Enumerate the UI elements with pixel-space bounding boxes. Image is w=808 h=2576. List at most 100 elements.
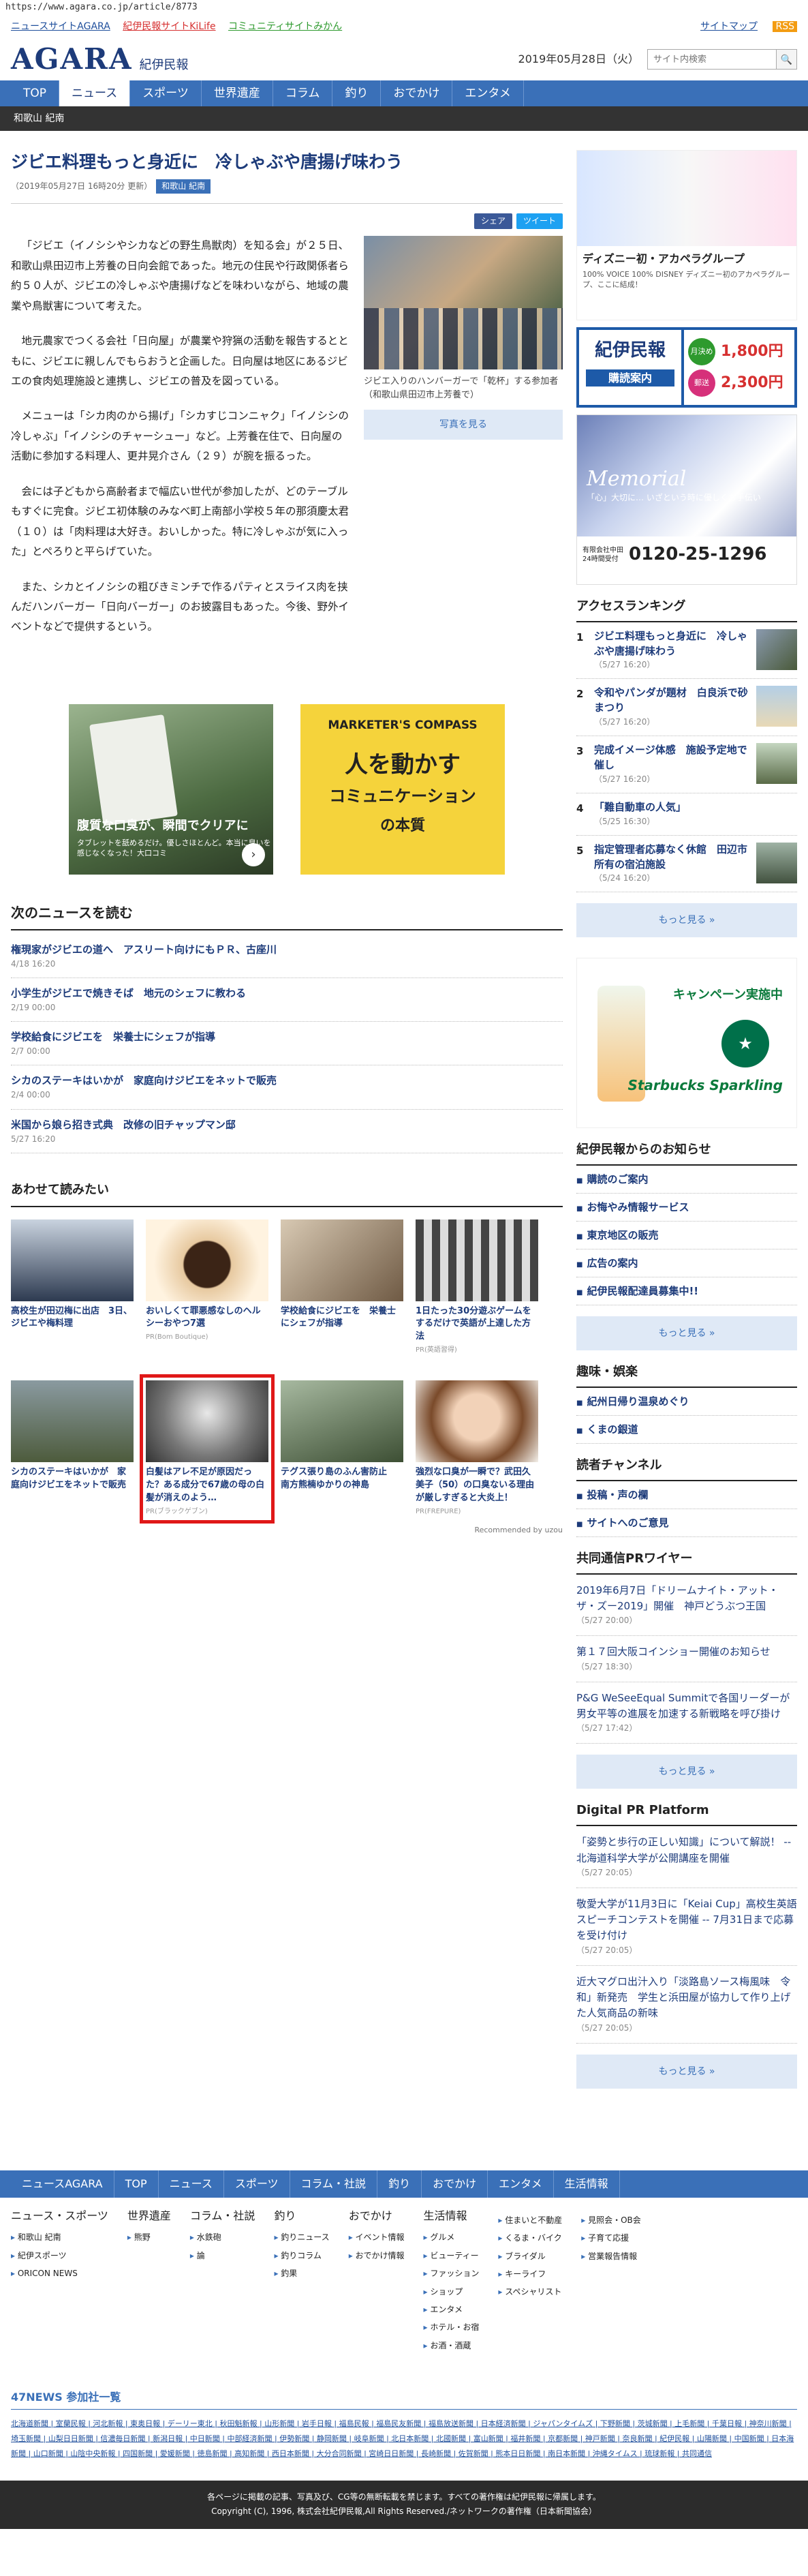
ranking-more-button[interactable]: もっと見る » [576, 903, 797, 938]
article-tag[interactable]: 和歌山 紀南 [156, 179, 211, 194]
footer-link[interactable]: ファッション [424, 2264, 479, 2282]
list-item[interactable]: 権現家がジビエの道へ アスリート向けにもＰＲ、古座川 4/18 16:20 [11, 935, 563, 978]
rank-title[interactable]: 令和やパンダが題材 白良浜で砂まつり [594, 686, 749, 716]
footer-link[interactable]: イベント情報 [349, 2228, 405, 2246]
wire-item[interactable]: 2019年6月7日「ドリームナイト・アット・ザ・ズー2019」開催 神戸どうぶつ… [576, 1575, 797, 1637]
search-input[interactable] [648, 50, 776, 69]
recommend-title[interactable]: 学校給食にジビエを 栄養士にシェフが指導 [281, 1305, 403, 1331]
news-title[interactable]: シカのステーキはいかが 家庭向けジビエをネットで販売 [11, 1072, 563, 1089]
recommend-title[interactable]: 1日たった30分遊ぶゲームをするだけで英語が上達した方法 [416, 1305, 538, 1344]
footer-link[interactable]: 住まいと不動産 [498, 2211, 562, 2229]
notice-link[interactable]: 購読のご案内 [576, 1166, 797, 1194]
news-title[interactable]: 権現家がジビエの道へ アスリート向けにもＰＲ、古座川 [11, 941, 563, 958]
footer-link[interactable]: くるま・バイク [498, 2229, 562, 2247]
list-item[interactable]: 米国から娘ら招き式典 改修の旧チャップマン邸 5/27 16:20 [11, 1110, 563, 1153]
footer-link[interactable]: 論 [190, 2247, 255, 2264]
view-photo-button[interactable]: 写真を見る [364, 410, 563, 440]
footer-column-heading[interactable]: 生活情報 [424, 2207, 480, 2225]
footer-link[interactable]: ORICON NEWS [11, 2264, 108, 2282]
recommend-card[interactable]: 1日たった30分遊ぶゲームをするだけで英語が上達した方法 PR(英語習得) [416, 1219, 538, 1357]
recommend-card[interactable]: 高校生が田辺梅に出店 3日、ジビエや梅料理 [11, 1219, 134, 1357]
article-photo[interactable] [364, 236, 563, 370]
nav-outing[interactable]: おでかけ [381, 80, 453, 106]
wire-item[interactable]: P&G WeSeeEqual Summitで各国リーダーが男女平等の進展を加速す… [576, 1682, 797, 1744]
recommend-title[interactable]: 白髪はアレ不足が原因だった？ある成分で67歳の母の白髪が消えのよう… [146, 1466, 268, 1505]
subscription-banner[interactable]: 紀伊民報 購読案内 月決め 1,800円 郵送 2,300円 [576, 327, 797, 408]
subnav-region[interactable]: 和歌山 紀南 [11, 106, 797, 131]
nav-top[interactable]: TOP [11, 80, 60, 106]
rank-title[interactable]: 「難自動車の人気」 [594, 800, 797, 815]
link-mikan[interactable]: コミュニティサイトみかん [228, 21, 342, 32]
dpr-item[interactable]: 近大マグロ出汁入り「淡路島ソース梅風味 令和」新発売 学生と浜田屋が協力して作り… [576, 1966, 797, 2044]
footer-column-heading[interactable]: ニュース・スポーツ [11, 2207, 108, 2225]
footer-link[interactable]: ビューティー [424, 2247, 480, 2264]
dpr-title[interactable]: 敬愛大学が11月3日に「Keiai Cup」高校生英語スピーチコンテストを開催 … [576, 1896, 797, 1944]
dpr-item[interactable]: 「姿勢と歩行の正しい知識」について解説！ -- 北海道科学大学が公開講座を開催（… [576, 1826, 797, 1888]
wire-title[interactable]: 第１７回大阪コインショー開催のお知らせ [576, 1644, 797, 1660]
footer-nav-item[interactable]: ニュース [159, 2170, 224, 2198]
footer-link[interactable]: スペシャリスト [498, 2283, 562, 2301]
footer-link[interactable]: 紀伊スポーツ [11, 2247, 108, 2264]
recommend-title[interactable]: おいしくて罪悪感なしのヘルシーおやつ7選 [146, 1305, 268, 1331]
footer-link[interactable]: ブライダル [498, 2247, 562, 2265]
footer-nav-item[interactable]: スポーツ [224, 2170, 290, 2198]
dpr-title[interactable]: 「姿勢と歩行の正しい知識」について解説！ -- 北海道科学大学が公開講座を開催 [576, 1834, 797, 1866]
notice-link[interactable]: 東京地区の販売 [576, 1222, 797, 1250]
footer-link[interactable]: 子育て応援 [581, 2229, 641, 2247]
notice-link[interactable]: お悔やみ情報サービス [576, 1194, 797, 1222]
rss-link[interactable]: RSS [773, 20, 797, 32]
ad-breath-tablet[interactable]: 腹質な口臭が、瞬間でクリアに タブレットを舐めるだけ。優しさほとんど。本当に臭い… [69, 703, 273, 875]
news47-heading[interactable]: 47NEWS 参加社一覧 [11, 2389, 797, 2410]
rank-title[interactable]: 指定管理者応募なく休館 田辺市所有の宿泊施設 [594, 843, 749, 873]
link-kilife[interactable]: 紀伊民報サイトKiLife [123, 21, 215, 32]
nav-heritage[interactable]: 世界遺産 [202, 80, 273, 106]
footer-column-heading[interactable]: コラム・社説 [190, 2207, 255, 2225]
footer-link[interactable]: 釣果 [274, 2264, 329, 2282]
reader-link[interactable]: サイトへのご意見 [576, 1509, 797, 1537]
facebook-share-button[interactable]: シェア [473, 213, 512, 230]
ad-memorial[interactable]: Memorial 「心」大切に… いざという時に優しくお手伝い 有限会社中田 24… [576, 414, 797, 585]
rank-title[interactable]: ジビエ料理もっと身近に 冷しゃぶや唐揚げ味わう [594, 629, 749, 659]
footer-link[interactable]: 水鉄砲 [190, 2228, 255, 2246]
news47-list[interactable]: 北海道新聞 | 室蘭民報 | 河北新報 | 東奥日報 | デーリー東北 | 秋田… [11, 2416, 797, 2461]
reader-link[interactable]: 投稿・声の欄 [576, 1481, 797, 1509]
notice-link[interactable]: 広告の案内 [576, 1249, 797, 1278]
link-sitemap[interactable]: サイトマップ [700, 21, 758, 32]
recommend-title[interactable]: 高校生が田辺梅に出店 3日、ジビエや梅料理 [11, 1305, 134, 1331]
footer-link[interactable]: お酒・酒蔵 [424, 2337, 480, 2354]
wire-title[interactable]: P&G WeSeeEqual Summitで各国リーダーが男女平等の進展を加速す… [576, 1691, 797, 1723]
ad-disney[interactable]: ディズニー初・アカペラグループ 100% VOICE 100% DISNEY デ… [576, 150, 797, 320]
news-title[interactable]: 米国から娘ら招き式典 改修の旧チャップマン邸 [11, 1117, 563, 1133]
footer-link[interactable]: 釣りニュース [274, 2228, 329, 2246]
dpr-more-button[interactable]: もっと見る » [576, 2054, 797, 2089]
footer-nav-item[interactable]: TOP [114, 2170, 159, 2198]
link-agara[interactable]: ニュースサイトAGARA [11, 21, 110, 32]
news-title[interactable]: 学校給食にジビエを 栄養士にシェフが指導 [11, 1029, 563, 1045]
recommend-card-highlighted[interactable]: 白髪はアレ不足が原因だった？ある成分で67歳の母の白髪が消えのよう… PR(ブラッ… [140, 1374, 275, 1524]
nav-entertainment[interactable]: エンタメ [452, 80, 524, 106]
nav-fishing[interactable]: 釣り [332, 80, 382, 106]
footer-column-heading[interactable]: 釣り [274, 2207, 329, 2225]
rank-title[interactable]: 完成イメージ体感 施設予定地で催し [594, 743, 749, 773]
footer-link[interactable]: 営業報告情報 [581, 2247, 641, 2265]
recommend-card[interactable]: おいしくて罪悪感なしのヘルシーおやつ7選 PR(Bom Boutique) [146, 1219, 268, 1357]
hobby-link[interactable]: 紀州日帰り温泉めぐり [576, 1388, 797, 1416]
notice-more-button[interactable]: もっと見る » [576, 1316, 797, 1351]
recommend-credit[interactable]: Recommended by uzou [11, 1524, 563, 1536]
recommend-title[interactable]: 強烈な口臭が一瞬で？武田久美子（50）の口臭ないる理由が厳しすぎると大炎上！ [416, 1466, 538, 1505]
footer-nav-item[interactable]: 釣り [377, 2170, 422, 2198]
footer-link[interactable]: 釣りコラム [274, 2247, 329, 2264]
ranking-item[interactable]: 1 ジビエ料理もっと身近に 冷しゃぶや唐揚げ味わう （5/27 16:20） [576, 622, 797, 680]
search-button[interactable]: 🔍 [776, 50, 796, 69]
footer-link[interactable]: 和歌山 紀南 [11, 2228, 108, 2246]
twitter-tweet-button[interactable]: ツイート [516, 213, 563, 230]
list-item[interactable]: シカのステーキはいかが 家庭向けジビエをネットで販売 2/4 00:00 [11, 1065, 563, 1110]
nav-column[interactable]: コラム [273, 80, 333, 106]
wire-more-button[interactable]: もっと見る » [576, 1755, 797, 1789]
recommend-title[interactable]: シカのステーキはいかが 家庭向けジビエをネットで販売 [11, 1466, 134, 1492]
dpr-item[interactable]: 敬愛大学が11月3日に「Keiai Cup」高校生英語スピーチコンテストを開催 … [576, 1888, 797, 1966]
footer-column-heading[interactable]: 世界遺産 [127, 2207, 171, 2225]
footer-link[interactable]: ショップ [424, 2283, 480, 2301]
ad-starbucks[interactable]: キャンペーン実施中 ★ Starbucks Sparkling [576, 958, 797, 1129]
footer-nav-item[interactable]: コラム・社説 [290, 2170, 378, 2198]
